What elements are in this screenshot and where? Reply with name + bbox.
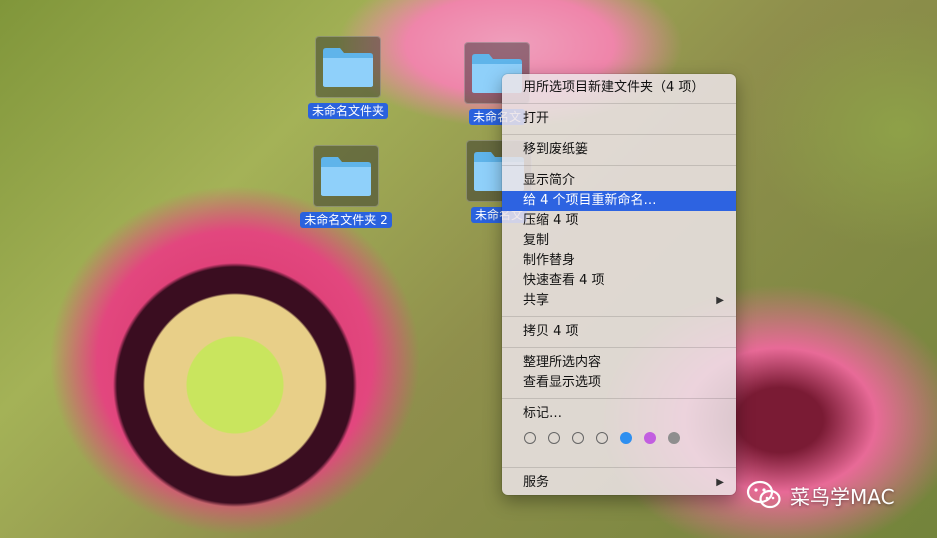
menu-item-clean-up-selection[interactable]: 整理所选内容 — [502, 353, 736, 373]
desktop-folder-1[interactable]: 未命名文件夹 — [293, 36, 403, 119]
menu-separator — [502, 316, 736, 317]
tag-color-dot-2[interactable] — [548, 432, 560, 444]
menu-item-new-folder-with-selection[interactable]: 用所选项目新建文件夹（4 项） — [502, 78, 736, 98]
menu-item-duplicate[interactable]: 复制 — [502, 231, 736, 251]
wechat-icon — [746, 480, 781, 509]
tag-color-dot-4[interactable] — [596, 432, 608, 444]
menu-item-share-label: 共享 — [523, 293, 550, 308]
menu-item-compress[interactable]: 压缩 4 项 — [502, 211, 736, 231]
menu-separator — [502, 398, 736, 399]
watermark: 菜鸟学MAC — [746, 478, 895, 512]
folder-selection-frame — [313, 145, 379, 207]
menu-item-copy-items[interactable]: 拷贝 4 项 — [502, 322, 736, 342]
tag-color-row — [502, 424, 736, 452]
desktop-folder-3[interactable]: 未命名文件夹 2 — [291, 145, 401, 228]
menu-item-move-to-trash[interactable]: 移到废纸篓 — [502, 140, 736, 160]
menu-item-services-label: 服务 — [523, 475, 550, 490]
menu-separator — [502, 165, 736, 166]
tag-color-dot-5[interactable] — [620, 432, 632, 444]
menu-item-open[interactable]: 打开 — [502, 109, 736, 129]
menu-item-services[interactable]: 服务 ▶ — [502, 473, 736, 493]
menu-item-rename-items[interactable]: 给 4 个项目重新命名… — [502, 191, 736, 211]
menu-item-show-view-options[interactable]: 查看显示选项 — [502, 373, 736, 393]
tag-color-dot-6[interactable] — [644, 432, 656, 444]
menu-item-share[interactable]: 共享 ▶ — [502, 291, 736, 311]
menu-item-make-alias[interactable]: 制作替身 — [502, 251, 736, 271]
submenu-arrow-icon: ▶ — [716, 295, 724, 306]
tag-color-dot-7[interactable] — [668, 432, 680, 444]
menu-separator — [502, 103, 736, 104]
tag-color-dot-3[interactable] — [572, 432, 584, 444]
context-menu: 用所选项目新建文件夹（4 项） 打开 移到废纸篓 显示简介 给 4 个项目重新命… — [502, 74, 736, 495]
menu-item-tags[interactable]: 标记… — [502, 404, 736, 424]
folder-icon — [323, 48, 373, 87]
menu-item-quick-look[interactable]: 快速查看 4 项 — [502, 271, 736, 291]
folder-icon — [321, 157, 371, 196]
tag-color-dot-1[interactable] — [524, 432, 536, 444]
menu-separator — [502, 467, 736, 468]
submenu-arrow-icon: ▶ — [716, 477, 724, 488]
menu-item-get-info[interactable]: 显示简介 — [502, 171, 736, 191]
folder-label: 未命名文件夹 2 — [300, 212, 392, 228]
menu-separator — [502, 347, 736, 348]
folder-selection-frame — [315, 36, 381, 98]
folder-label: 未命名文件夹 — [307, 103, 388, 119]
watermark-text: 菜鸟学MAC — [790, 484, 895, 509]
menu-separator — [502, 134, 736, 135]
